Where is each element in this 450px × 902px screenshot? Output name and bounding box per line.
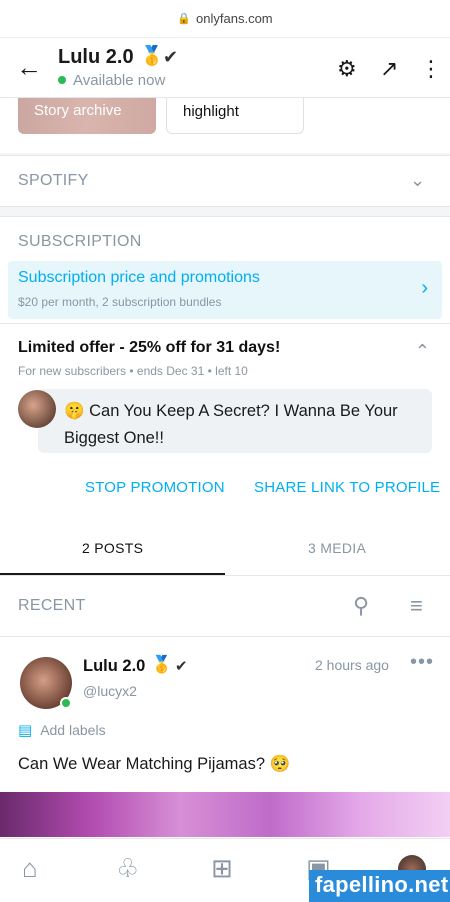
watermark: fapellino.net — [309, 870, 450, 902]
medal-icon: 🥇 — [140, 46, 164, 67]
chevron-down-icon[interactable]: ⌄ — [410, 170, 425, 191]
verified-icon: ✔︎ — [163, 47, 179, 67]
status-text: Available now — [73, 72, 166, 89]
search-icon[interactable]: ⚲ — [353, 593, 369, 619]
subscription-title: SUBSCRIPTION — [18, 233, 142, 250]
highlight-item[interactable]: highlight — [166, 98, 304, 134]
medal-icon: 🥇 — [151, 655, 173, 674]
online-dot — [58, 76, 66, 85]
chevron-up-icon[interactable]: ⌃ — [415, 341, 430, 362]
lock-icon: 🔒 — [177, 13, 192, 25]
post-author-handle[interactable]: @lucyx2 — [83, 683, 137, 699]
promo-title: Subscription price and promotions — [18, 269, 260, 286]
offer-title: Limited offer - 25% off for 31 days! — [18, 339, 281, 356]
highlights-row: Story archive highlight — [0, 98, 450, 153]
post-media-image[interactable] — [0, 792, 450, 837]
more-vertical-icon[interactable]: ⋮ — [420, 56, 442, 82]
highlight-story-archive[interactable]: Story archive — [18, 98, 156, 134]
url-text: onlyfans.com — [196, 11, 273, 26]
stop-promotion-button[interactable]: STOP PROMOTION — [85, 479, 225, 496]
sort-icon[interactable]: ≡ — [410, 593, 423, 619]
spotify-section[interactable]: SPOTIFY ⌄ — [0, 155, 450, 207]
subscription-promotions-link[interactable]: Subscription price and promotions $20 pe… — [8, 261, 442, 319]
profile-name: Lulu 2.0 — [58, 46, 134, 68]
back-arrow-icon[interactable]: ← — [16, 54, 42, 80]
promo-actions: STOP PROMOTION SHARE LINK TO PROFILE — [0, 479, 450, 499]
bell-icon[interactable]: ♧ — [116, 853, 139, 884]
post-time: 2 hours ago — [315, 657, 389, 673]
browser-url-bar[interactable]: 🔒 onlyfans.com — [0, 0, 450, 38]
label-icon: ▤ — [18, 722, 33, 739]
add-labels-button[interactable]: ▤ Add labels — [18, 721, 106, 739]
share-icon[interactable]: ↗ — [380, 56, 398, 82]
subscription-section: SUBSCRIPTION Subscription price and prom… — [0, 216, 450, 514]
offer-meta: For new subscribers • ends Dec 31 • left… — [18, 364, 248, 378]
profile-tabs: 2 POSTS 3 MEDIA — [0, 522, 450, 576]
online-dot — [60, 697, 72, 709]
active-tab-indicator — [0, 573, 225, 575]
promo-message-bubble: 🤫 Can You Keep A Secret? I Wanna Be Your… — [38, 389, 432, 453]
gear-icon[interactable]: ⚙ — [337, 56, 357, 82]
add-icon[interactable]: ⊞ — [211, 853, 233, 884]
online-status: Available now — [58, 72, 165, 89]
share-link-button[interactable]: SHARE LINK TO PROFILE — [254, 479, 440, 496]
tab-posts[interactable]: 2 POSTS — [82, 540, 143, 556]
post-text: Can We Wear Matching Pijamas? 🥺 — [18, 755, 291, 773]
more-horizontal-icon[interactable]: ••• — [410, 651, 434, 674]
profile-header: ← Lulu 2.0 🥇 ✔︎ Available now ⚙ ↗ ⋮ — [0, 38, 450, 98]
promo-subtitle: $20 per month, 2 subscription bundles — [18, 295, 222, 309]
avatar — [18, 390, 56, 428]
promo-message: 🤫 Can You Keep A Secret? I Wanna Be Your… — [64, 402, 398, 447]
home-icon[interactable]: ⌂ — [22, 853, 38, 884]
post-card: Lulu 2.0 🥇 ✔︎ @lucyx2 2 hours ago ••• ▤ A… — [0, 636, 450, 837]
avatar[interactable] — [20, 657, 72, 709]
tab-media[interactable]: 3 MEDIA — [308, 540, 366, 556]
section-gap — [0, 207, 450, 216]
spotify-title: SPOTIFY — [18, 172, 89, 189]
recent-bar: RECENT ⚲ ≡ — [0, 577, 450, 635]
verified-icon: ✔︎ — [175, 658, 188, 675]
add-labels-text: Add labels — [40, 722, 106, 738]
divider — [0, 323, 450, 324]
highlight-label: Story archive — [34, 102, 122, 119]
post-author-name[interactable]: Lulu 2.0 — [83, 657, 145, 676]
recent-label: RECENT — [18, 597, 86, 614]
chevron-right-icon: › — [421, 277, 428, 299]
highlight-label: highlight — [183, 103, 239, 120]
